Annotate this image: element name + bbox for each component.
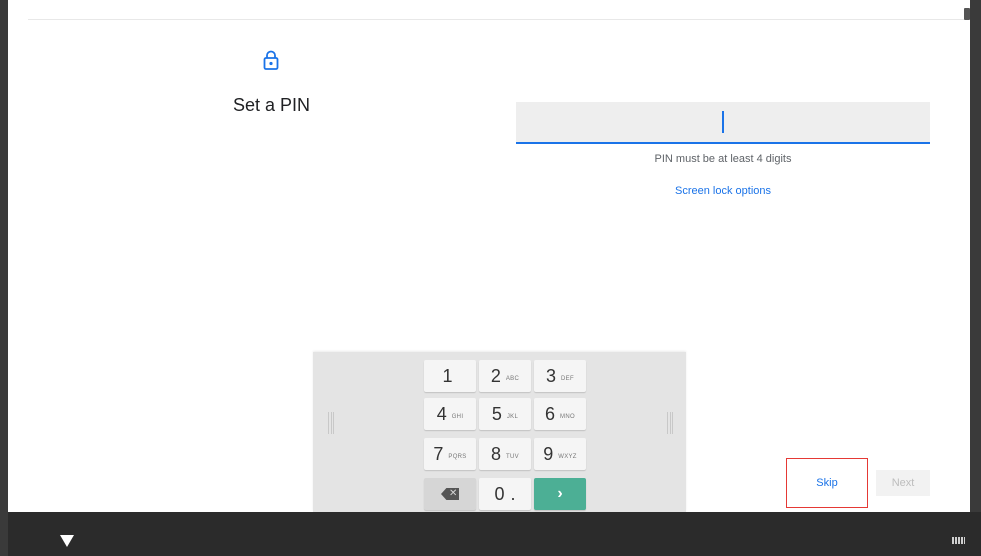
navigation-bar bbox=[8, 512, 981, 556]
key-4[interactable]: 4 GHI bbox=[424, 398, 476, 430]
pin-hint: PIN must be at least 4 digits bbox=[654, 153, 792, 165]
key-1[interactable]: 1 bbox=[424, 360, 476, 392]
key-6[interactable]: 6 MNO bbox=[534, 398, 586, 430]
backspace-key[interactable]: ✕ bbox=[424, 478, 476, 510]
key-letters: PQRS bbox=[448, 453, 467, 460]
key-letters: DEF bbox=[561, 375, 574, 382]
lock-icon bbox=[263, 50, 279, 70]
key-letters: TUV bbox=[506, 453, 519, 460]
battery-icon bbox=[964, 8, 970, 20]
keyboard-icon[interactable] bbox=[952, 537, 965, 544]
key-digit: 0 bbox=[494, 483, 505, 504]
key-digit: 6 bbox=[545, 403, 556, 424]
key-letters: WXYZ bbox=[558, 453, 577, 460]
screen-lock-options-link[interactable]: Screen lock options bbox=[516, 185, 930, 197]
key-digit: 8 bbox=[491, 443, 502, 464]
key-digit: 3 bbox=[546, 365, 557, 386]
next-button[interactable]: Next bbox=[876, 470, 930, 496]
backspace-icon: ✕ bbox=[441, 488, 459, 500]
key-7[interactable]: 7 PQRS bbox=[424, 438, 476, 470]
key-digit: 4 bbox=[436, 403, 447, 424]
numeric-keyboard: 1 2 ABC 3 DEF 4 GHI 5 JKL 6 MNO 7 PQRS 8 bbox=[313, 352, 686, 512]
arrow-right-icon: › bbox=[557, 485, 563, 502]
key-digit: 5 bbox=[491, 403, 502, 424]
key-3[interactable]: 3 DEF bbox=[534, 360, 586, 392]
pin-input[interactable] bbox=[516, 102, 930, 144]
skip-button[interactable]: Skip bbox=[786, 458, 868, 508]
key-digit: 1 bbox=[442, 365, 453, 386]
key-digit: 9 bbox=[543, 443, 554, 464]
enter-key[interactable]: › bbox=[534, 478, 586, 510]
key-2[interactable]: 2 ABC bbox=[479, 360, 531, 392]
back-triangle-icon[interactable] bbox=[60, 535, 74, 547]
key-letters: GHI bbox=[451, 413, 464, 420]
key-digit: 2 bbox=[490, 365, 501, 386]
keyboard-drag-handle-right[interactable] bbox=[667, 412, 673, 434]
key-9[interactable]: 9 WXYZ bbox=[534, 438, 586, 470]
setup-screen: Set a PIN PIN must be at least 4 digits … bbox=[8, 0, 970, 512]
keyboard-drag-handle-left[interactable] bbox=[328, 412, 334, 434]
key-digit: 7 bbox=[433, 443, 444, 464]
key-letters: JKL bbox=[506, 413, 519, 420]
key-0[interactable]: 0 . bbox=[479, 478, 531, 510]
page-title: Set a PIN bbox=[233, 95, 311, 115]
key-8[interactable]: 8 TUV bbox=[479, 438, 531, 470]
key-letters: MNO bbox=[560, 413, 575, 420]
top-divider bbox=[28, 19, 970, 20]
key-extra: . bbox=[510, 483, 516, 504]
key-letters: ABC bbox=[505, 375, 520, 382]
text-caret bbox=[722, 111, 724, 133]
key-5[interactable]: 5 JKL bbox=[479, 398, 531, 430]
